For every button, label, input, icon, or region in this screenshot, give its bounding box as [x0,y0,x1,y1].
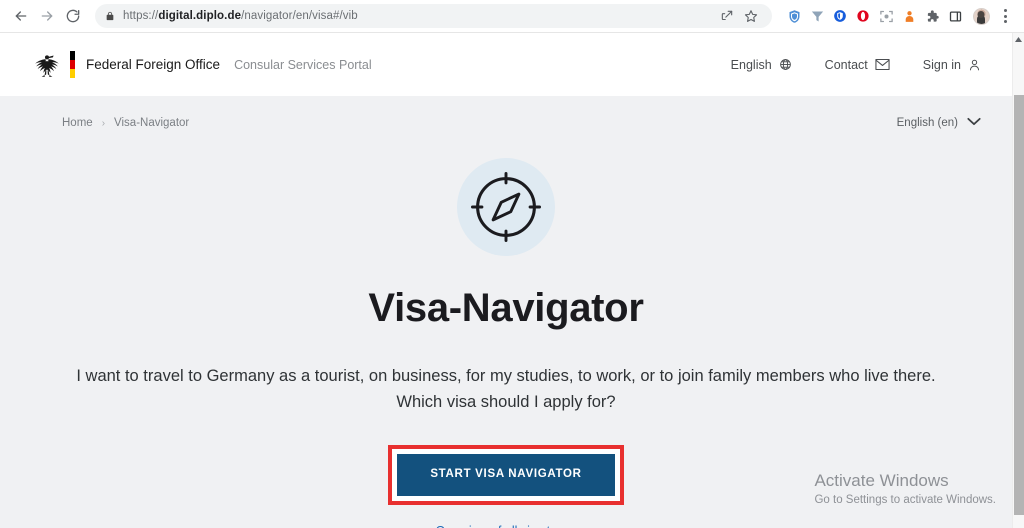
sidebar-panel-icon[interactable] [944,5,966,27]
avatar[interactable] [968,3,994,29]
header-contact-link[interactable]: Contact [825,58,890,72]
back-button[interactable] [8,3,34,29]
extensions-tray [779,5,966,27]
url-text: https://digital.diplo.de/navigator/en/vi… [123,10,358,22]
hero-section: Visa-Navigator I want to travel to Germa… [0,138,1012,528]
page-title: Visa-Navigator [368,286,644,330]
share-icon[interactable] [716,5,738,27]
language-selector[interactable]: English (en) [897,117,981,129]
screenshot-capture-icon[interactable] [875,5,897,27]
person-orange-icon[interactable] [898,5,920,27]
breadcrumb-bar: Home › Visa-Navigator English (en) [0,108,1012,138]
reload-button[interactable] [60,3,86,29]
compass-icon-badge [457,158,555,256]
star-icon[interactable] [740,5,762,27]
forward-button[interactable] [34,3,60,29]
start-visa-navigator-button[interactable]: START VISA NAVIGATOR [397,454,615,496]
federal-eagle-logo [35,54,59,77]
scrollbar-up-arrow[interactable] [1013,33,1024,45]
brand-subtitle: Consular Services Portal [234,57,372,72]
language-selector-value: English (en) [896,117,958,129]
opera-ring-icon[interactable] [852,5,874,27]
lock-icon [105,10,115,22]
german-flag-bar [70,51,75,78]
breadcrumb-current: Visa-Navigator [114,117,190,129]
globe-icon [779,58,792,71]
brand-name: Federal Foreign Office [86,57,221,72]
header-signin-link[interactable]: Sign in [923,58,981,72]
brand-lockup[interactable]: Federal Foreign Office Consular Services… [33,51,372,79]
cta-zone: START VISA NAVIGATOR [0,445,1012,505]
header-nav: English Contact Sign in [731,58,981,72]
puzzle-extensions-icon[interactable] [921,5,943,27]
breadcrumb: Home › Visa-Navigator [62,117,189,129]
vpn-shield-icon[interactable] [783,5,805,27]
site-header: Federal Foreign Office Consular Services… [0,33,1012,96]
header-signin-label: Sign in [922,57,961,72]
browser-toolbar: https://digital.diplo.de/navigator/en/vi… [0,0,1024,33]
chevron-down-icon [967,117,981,129]
compass-icon [470,171,542,243]
kebab-menu-icon[interactable] [994,3,1016,29]
filter-funnel-icon[interactable] [806,5,828,27]
page-description: I want to travel to Germany as a tourist… [76,367,936,411]
person-icon [968,58,981,72]
bitwarden-icon[interactable] [829,5,851,27]
header-language-label: English [730,57,772,72]
breadcrumb-home[interactable]: Home [62,117,93,129]
address-bar[interactable]: https://digital.diplo.de/navigator/en/vi… [95,4,772,28]
header-contact-label: Contact [824,57,868,72]
header-language-link[interactable]: English [731,58,792,72]
annotation-highlight-box: START VISA NAVIGATOR [388,445,624,505]
envelope-icon [875,58,890,71]
overview-all-visa-types-link[interactable]: Overview of all visa types [0,524,1012,528]
page-scrollbar[interactable] [1012,33,1024,528]
page-viewport: Federal Foreign Office Consular Services… [0,33,1024,528]
breadcrumb-separator-icon: › [101,117,106,129]
scrollbar-thumb[interactable] [1014,95,1024,515]
